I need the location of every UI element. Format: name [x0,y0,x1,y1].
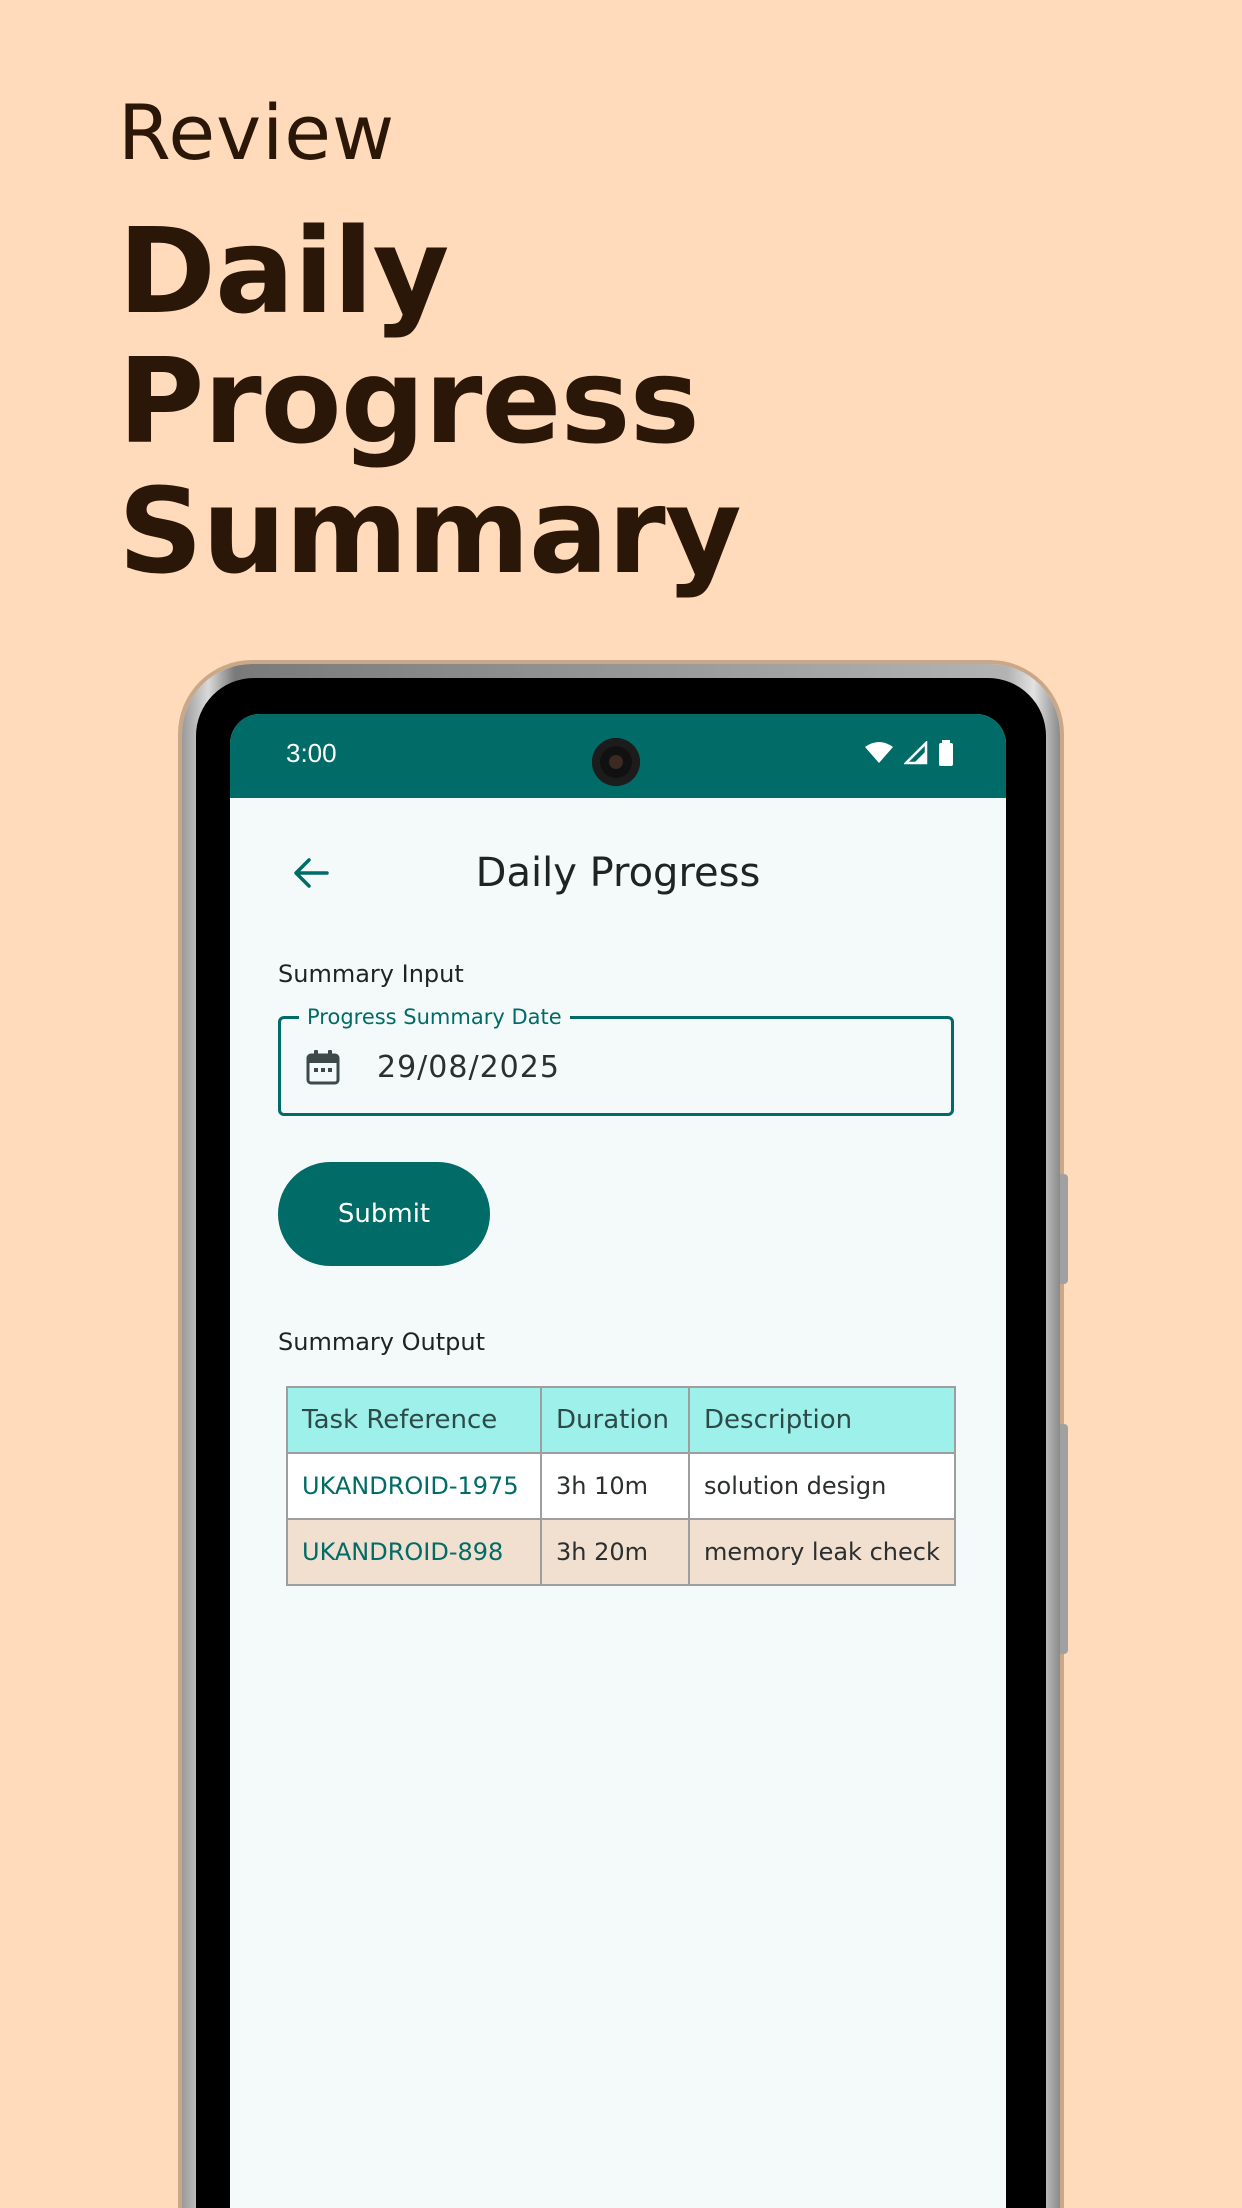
progress-summary-date-field[interactable]: Progress Summary Date [278,1005,954,1116]
app-bar: Daily Progress [230,798,1006,948]
column-header-duration: Duration [540,1386,690,1454]
task-reference-cell[interactable]: UKANDROID-898 [286,1518,542,1586]
column-header-task-reference: Task Reference [286,1386,542,1454]
description-cell: solution design [688,1452,956,1520]
duration-cell: 3h 20m [540,1518,690,1586]
task-reference-cell[interactable]: UKANDROID-1975 [286,1452,542,1520]
submit-button[interactable]: Submit [278,1162,490,1266]
table-row: UKANDROID-1975 3h 10m solution design [286,1452,956,1520]
status-bar: 3:00 [230,714,1006,798]
duration-cell: 3h 10m [540,1452,690,1520]
phone-power-button [1060,1174,1068,1284]
description-cell: memory leak check [688,1518,956,1586]
front-camera [592,738,640,786]
promo-title-line: Summary [118,462,742,600]
table-header-row: Task Reference Duration Description [286,1386,956,1454]
summary-table: Task Reference Duration Description UKAN… [286,1386,956,1586]
status-icons [864,740,954,766]
wifi-icon [865,742,893,763]
phone-screen: 3:00 Daily Progress Summary Input Progre… [230,714,1006,2208]
promo-kicker: Review [118,88,396,177]
status-time: 3:00 [286,738,337,768]
screen-title: Daily Progress [475,850,761,896]
phone-frame: 3:00 Daily Progress Summary Input Progre… [182,664,1068,2208]
promo-title-line: Progress [118,332,700,470]
summary-output-label: Summary Output [278,1328,485,1356]
signal-icon [904,741,928,765]
battery-icon [939,740,953,766]
column-header-description: Description [688,1386,956,1454]
calendar-icon[interactable] [305,1049,341,1085]
promo-title-line: Daily [118,202,449,340]
date-input[interactable] [375,1041,919,1093]
promo-page: Review Daily Progress Summary 3:00 Daily… [0,0,1242,2208]
promo-title: Daily Progress Summary [118,206,1018,596]
table-row: UKANDROID-898 3h 20m memory leak check [286,1518,956,1586]
summary-input-label: Summary Input [278,960,464,988]
phone-volume-button [1060,1424,1068,1654]
date-field-label: Progress Summary Date [299,1005,570,1029]
